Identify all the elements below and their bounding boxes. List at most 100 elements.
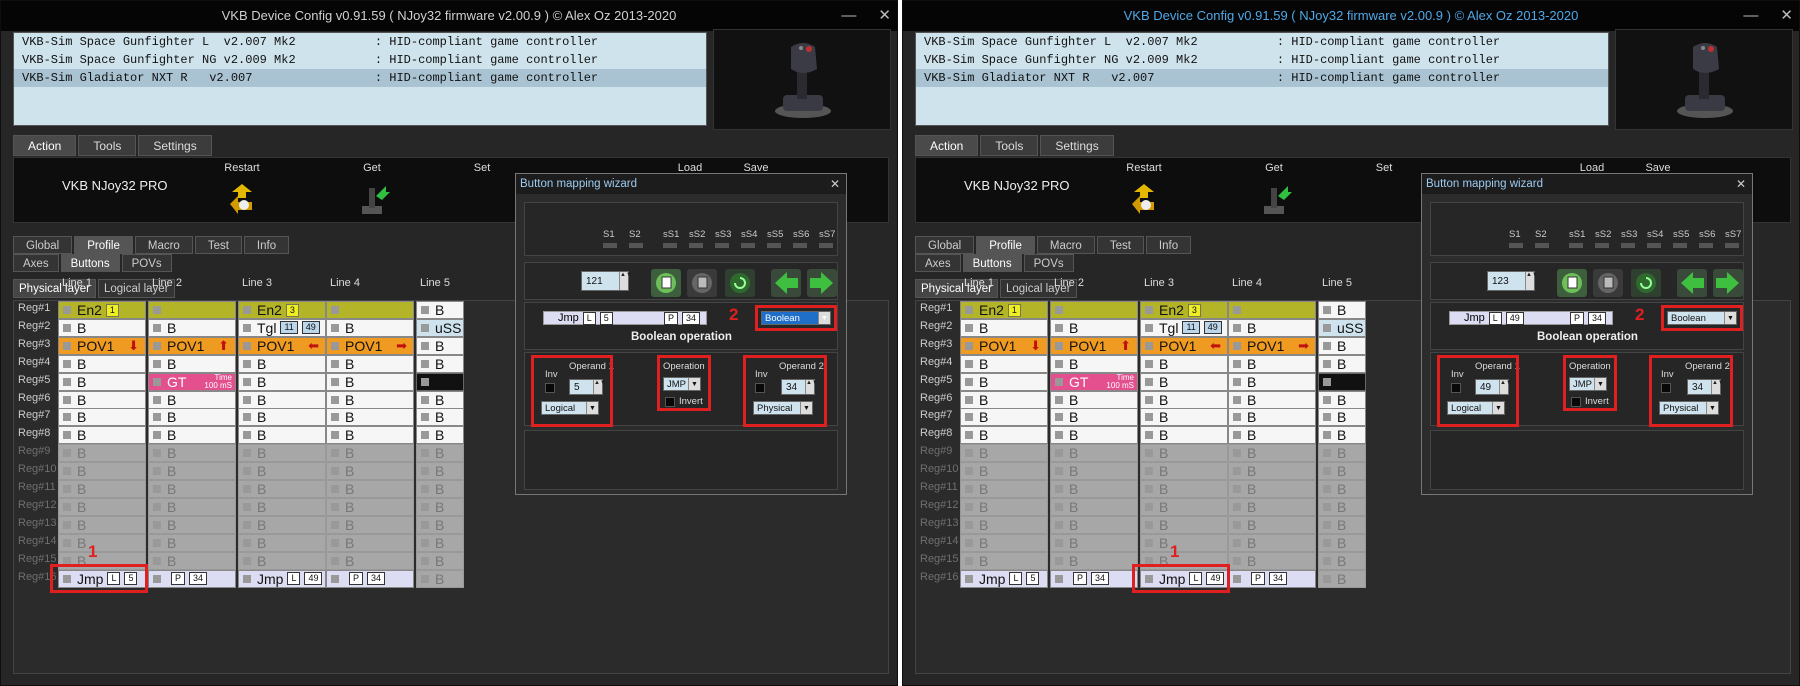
grid-cell[interactable]: B [326, 318, 414, 337]
grid-cell[interactable]: B [1228, 480, 1316, 498]
grid-cell[interactable]: uSS [416, 318, 464, 337]
grid-cell[interactable]: B [1318, 497, 1366, 516]
grid-cell[interactable]: B [1228, 426, 1316, 445]
grid-cell[interactable]: B [238, 462, 326, 481]
tab-profile[interactable]: Profile [976, 236, 1035, 254]
grid-cell[interactable]: B [148, 408, 236, 427]
device-list-item[interactable]: VKB-Sim Space Gunfighter L v2.007 Mk2 : … [916, 33, 1608, 51]
device-list[interactable]: VKB-Sim Space Gunfighter L v2.007 Mk2 : … [915, 32, 1609, 126]
set-button[interactable]: Set [1356, 162, 1412, 174]
grid-cell[interactable]: B [238, 444, 326, 463]
grid-cell[interactable]: B [1318, 569, 1366, 588]
grid-cell[interactable]: B [238, 480, 326, 498]
grid-cell[interactable]: B [1318, 444, 1366, 463]
grid-cell[interactable]: B [1318, 480, 1366, 498]
grid-cell[interactable]: GT Time 100 mS [148, 372, 236, 391]
get-button[interactable]: Get [1246, 162, 1302, 218]
grid-cell[interactable]: B [1050, 515, 1138, 534]
tab-axes[interactable]: Axes [13, 254, 59, 272]
restart-button[interactable]: Restart [1116, 162, 1172, 218]
grid-cell[interactable] [148, 301, 236, 319]
grid-cell[interactable]: B [960, 408, 1048, 427]
grid-cell[interactable]: B [1140, 480, 1228, 498]
minimize-button[interactable]: — [1743, 1, 1758, 31]
grid-cell[interactable]: B [1228, 444, 1316, 463]
tab-tools[interactable]: Tools [980, 135, 1039, 156]
grid-cell[interactable] [326, 301, 414, 319]
grid-cell[interactable]: B [416, 390, 464, 409]
grid-cell[interactable]: B [326, 444, 414, 463]
grid-cell[interactable]: B [148, 390, 236, 409]
tab-macro[interactable]: Macro [1036, 236, 1095, 254]
arrow-right-button[interactable] [1713, 269, 1743, 297]
grid-cell[interactable]: POV1 ⬅ [1140, 336, 1228, 355]
grid-cell[interactable]: En2 3 [238, 301, 326, 319]
tab-test[interactable]: Test [194, 236, 242, 254]
grid-cell[interactable]: B [1050, 497, 1138, 516]
grid-cell[interactable]: B [1318, 354, 1366, 373]
grid-cell[interactable]: B [1140, 533, 1228, 552]
grid-cell[interactable]: P 34 [326, 569, 414, 588]
grid-cell[interactable]: B [148, 318, 236, 337]
grid-cell[interactable]: B [148, 533, 236, 552]
grid-cell[interactable]: B [58, 497, 146, 516]
grid-cell[interactable]: B [1050, 318, 1138, 337]
grid-cell[interactable]: B [1228, 497, 1316, 516]
grid-cell[interactable]: B [416, 462, 464, 481]
grid-cell[interactable]: B [326, 480, 414, 498]
grid-cell[interactable]: P 34 [148, 569, 236, 588]
tab-settings[interactable]: Settings [1040, 135, 1114, 156]
grid-cell[interactable]: B [1140, 444, 1228, 463]
grid-cell[interactable]: B [416, 569, 464, 588]
grid-cell[interactable]: B [1318, 408, 1366, 427]
grid-cell[interactable]: B [1140, 390, 1228, 409]
grid-cell[interactable]: B [238, 515, 326, 534]
grid-cell[interactable]: B [1140, 497, 1228, 516]
grid-cell[interactable]: B [1140, 426, 1228, 445]
grid-cell[interactable]: POV1 ⬆ [1050, 336, 1138, 355]
grid-cell[interactable]: B [326, 497, 414, 516]
grid-cell[interactable]: B [1050, 480, 1138, 498]
grid-cell[interactable]: B [326, 354, 414, 373]
grid-cell[interactable]: B [1140, 408, 1228, 427]
grid-cell[interactable]: B [960, 390, 1048, 409]
grid-cell[interactable]: POV1 ⬇ [960, 336, 1048, 355]
grid-cell[interactable]: B [416, 515, 464, 534]
grid-cell[interactable]: B [1318, 336, 1366, 355]
close-button[interactable]: ✕ [1780, 1, 1793, 31]
close-button[interactable]: ✕ [878, 1, 891, 31]
device-list-item[interactable]: VKB-Sim Space Gunfighter NG v2.009 Mk2 :… [916, 51, 1608, 69]
grid-cell[interactable]: B [1318, 515, 1366, 534]
grid-cell[interactable]: B [1228, 372, 1316, 391]
grid-cell[interactable]: B [1050, 533, 1138, 552]
refresh-button[interactable] [1631, 269, 1661, 297]
grid-cell[interactable]: Tgl 11 49 [1140, 318, 1228, 337]
tab-action[interactable]: Action [915, 135, 979, 156]
grid-cell[interactable]: B [960, 318, 1048, 337]
grid-cell[interactable]: B [1228, 533, 1316, 552]
grid-cell[interactable]: B [326, 533, 414, 552]
grid-cell[interactable]: B [238, 426, 326, 445]
grid-cell[interactable]: B [960, 515, 1048, 534]
copy-button[interactable] [651, 269, 681, 297]
refresh-button[interactable] [725, 269, 755, 297]
set-button[interactable]: Set [454, 162, 510, 174]
device-list-item[interactable]: VKB-Sim Space Gunfighter L v2.007 Mk2 : … [14, 33, 706, 51]
grid-cell[interactable]: B [1050, 390, 1138, 409]
grid-cell[interactable]: B [1050, 462, 1138, 481]
wizard-close-button[interactable]: ✕ [1736, 174, 1746, 194]
device-list[interactable]: VKB-Sim Space Gunfighter L v2.007 Mk2 : … [13, 32, 707, 126]
tab-povs[interactable]: POVs [1023, 254, 1074, 272]
grid-cell[interactable]: B [1228, 408, 1316, 427]
grid-cell[interactable]: B [960, 354, 1048, 373]
grid-cell[interactable]: P 34 [1228, 569, 1316, 588]
grid-cell[interactable]: B [1318, 426, 1366, 445]
grid-cell[interactable]: POV1 ➡ [326, 336, 414, 355]
tab-info[interactable]: Info [243, 236, 290, 254]
grid-cell[interactable]: B [1050, 408, 1138, 427]
grid-cell[interactable]: POV1 ⬅ [238, 336, 326, 355]
button-index-spinner[interactable]: 123 ▲▼ [1487, 271, 1538, 291]
grid-cell[interactable]: B [58, 444, 146, 463]
grid-cell[interactable]: B [1140, 354, 1228, 373]
grid-cell[interactable]: En2 1 [58, 301, 146, 319]
